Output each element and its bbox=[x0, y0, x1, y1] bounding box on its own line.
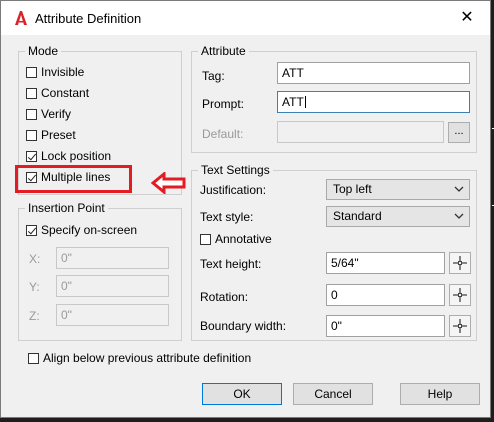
close-button[interactable]: ✕ bbox=[452, 5, 482, 31]
tag-field[interactable]: ATT bbox=[277, 62, 470, 84]
autocad-logo-icon bbox=[15, 11, 27, 25]
rotation-label: Rotation: bbox=[200, 290, 249, 304]
boundary-width-field[interactable]: 0" bbox=[326, 315, 445, 337]
preset-checkbox[interactable]: Preset bbox=[26, 128, 76, 144]
lock-position-checkbox[interactable]: Lock position bbox=[26, 149, 111, 165]
insert-field-button[interactable]: ... bbox=[448, 122, 470, 143]
verify-check-box[interactable] bbox=[26, 109, 37, 121]
annotative-label: Annotative bbox=[215, 232, 272, 246]
window-title: Attribute Definition bbox=[35, 11, 142, 26]
preset-check-box[interactable] bbox=[26, 130, 37, 142]
cancel-button[interactable]: Cancel bbox=[293, 383, 373, 405]
preset-label: Preset bbox=[41, 128, 76, 142]
prompt-field[interactable]: ATT bbox=[277, 91, 470, 113]
x-field[interactable]: 0" bbox=[56, 247, 169, 269]
ok-button[interactable]: OK bbox=[202, 383, 282, 405]
constant-check-box[interactable] bbox=[26, 88, 37, 100]
mode-group-title: Mode bbox=[25, 44, 62, 58]
lock-position-check-box[interactable] bbox=[26, 151, 37, 163]
text-cursor bbox=[304, 96, 306, 108]
crosshair-pick-icon bbox=[453, 288, 467, 302]
x-label: X: bbox=[29, 252, 41, 266]
justification-label: Justification: bbox=[200, 183, 267, 197]
specify-on-screen-checkbox[interactable]: Specify on-screen bbox=[26, 223, 137, 239]
crosshair-pick-icon bbox=[453, 319, 467, 333]
annotative-checkbox[interactable]: Annotative bbox=[200, 232, 272, 248]
align-below-label: Align below previous attribute definitio… bbox=[43, 351, 252, 365]
title-bar: Attribute Definition ✕ bbox=[1, 1, 490, 35]
prompt-value: ATT bbox=[282, 95, 304, 109]
y-label: Y: bbox=[29, 280, 40, 294]
attribute-definition-dialog: Attribute Definition ✕ Mode Invisible Co… bbox=[0, 0, 491, 418]
z-field[interactable]: 0" bbox=[56, 304, 169, 326]
rotation-pick-button[interactable] bbox=[449, 284, 471, 306]
invisible-check-box[interactable] bbox=[26, 67, 37, 79]
verify-label: Verify bbox=[41, 107, 72, 121]
tag-label: Tag: bbox=[202, 69, 225, 83]
chevron-down-icon bbox=[454, 186, 464, 192]
default-label: Default: bbox=[202, 127, 244, 141]
annotative-check-box[interactable] bbox=[200, 234, 211, 246]
z-label: Z: bbox=[29, 309, 40, 323]
text-height-field[interactable]: 5/64" bbox=[326, 252, 445, 274]
invisible-checkbox[interactable]: Invisible bbox=[26, 65, 84, 81]
prompt-label: Prompt: bbox=[202, 97, 245, 111]
invisible-label: Invisible bbox=[41, 65, 85, 79]
constant-checkbox[interactable]: Constant bbox=[26, 86, 89, 102]
crosshair-pick-icon bbox=[453, 256, 467, 270]
chevron-down-icon bbox=[454, 213, 464, 219]
rotation-field[interactable]: 0 bbox=[326, 284, 445, 306]
specify-on-screen-label: Specify on-screen bbox=[41, 223, 138, 237]
boundary-width-label: Boundary width: bbox=[200, 319, 287, 333]
text-height-label: Text height: bbox=[200, 257, 262, 271]
justification-dropdown[interactable]: Top left bbox=[326, 179, 470, 200]
specify-on-screen-check-box[interactable] bbox=[26, 225, 37, 237]
verify-checkbox[interactable]: Verify bbox=[26, 107, 71, 123]
lock-position-label: Lock position bbox=[41, 149, 112, 163]
text-style-dropdown[interactable]: Standard bbox=[326, 206, 470, 227]
default-field[interactable] bbox=[277, 121, 444, 143]
help-button[interactable]: Help bbox=[400, 383, 480, 405]
close-icon: ✕ bbox=[460, 9, 474, 26]
insertion-point-title: Insertion Point bbox=[25, 201, 108, 215]
attribute-group-title: Attribute bbox=[198, 44, 249, 58]
text-settings-title: Text Settings bbox=[198, 163, 273, 177]
justification-value: Top left bbox=[333, 182, 372, 196]
constant-label: Constant bbox=[41, 86, 90, 100]
align-below-checkbox[interactable]: Align below previous attribute definitio… bbox=[28, 351, 251, 367]
text-height-pick-button[interactable] bbox=[449, 252, 471, 274]
text-style-label: Text style: bbox=[200, 210, 254, 224]
y-field[interactable]: 0" bbox=[56, 275, 169, 297]
highlight-box bbox=[15, 165, 132, 193]
arrow-left-icon bbox=[151, 172, 186, 194]
text-style-value: Standard bbox=[333, 209, 382, 223]
boundary-width-pick-button[interactable] bbox=[449, 315, 471, 337]
align-below-check-box[interactable] bbox=[28, 353, 39, 365]
